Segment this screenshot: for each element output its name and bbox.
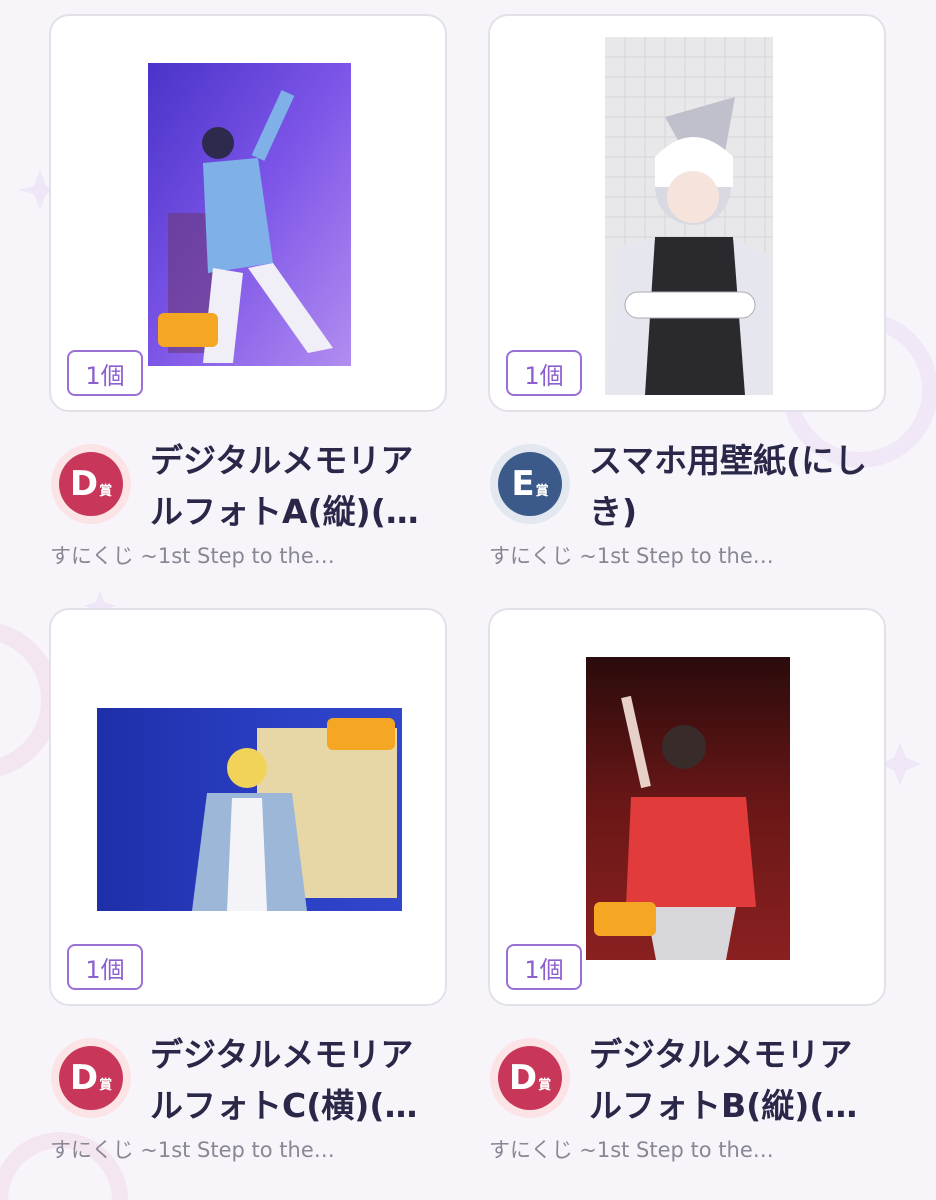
prize-letter: D: [508, 1058, 538, 1098]
item-thumbnail: [148, 63, 351, 366]
prize-card[interactable]: 1個: [49, 14, 447, 412]
item-title[interactable]: スマホ用壁紙(にしき): [589, 435, 879, 537]
item-lottery-name: すにくじ ~1st Step to the…: [489, 544, 774, 568]
item-thumbnail: [97, 708, 402, 911]
item-title[interactable]: デジタルメモリアルフォトB(縦)(…: [589, 1029, 879, 1131]
prize-grid: 1個 D 賞 デジタルメモリアルフォトA(縦)(… すにくじ ~1st Step…: [0, 0, 936, 1200]
prize-card[interactable]: 1個: [488, 14, 886, 412]
quantity-badge: 1個: [506, 350, 582, 396]
prize-letter: D: [69, 1058, 99, 1098]
item-thumbnail: [605, 37, 773, 395]
prize-rank-badge: D 賞: [51, 1038, 131, 1118]
item-lottery-name: すにくじ ~1st Step to the…: [489, 1138, 774, 1162]
prize-rank-badge: D 賞: [490, 1038, 570, 1118]
item-lottery-name: すにくじ ~1st Step to the…: [50, 544, 335, 568]
item-title[interactable]: デジタルメモリアルフォトA(縦)(…: [150, 435, 440, 537]
item-title[interactable]: デジタルメモリアルフォトC(横)(…: [150, 1029, 440, 1131]
prize-suffix: 賞: [99, 483, 113, 499]
item-lottery-name: すにくじ ~1st Step to the…: [50, 1138, 335, 1162]
quantity-badge: 1個: [506, 944, 582, 990]
prize-rank-badge: D 賞: [51, 444, 131, 524]
prize-suffix: 賞: [99, 1077, 113, 1093]
prize-letter: D: [69, 464, 99, 504]
prize-card[interactable]: 1個: [488, 608, 886, 1006]
item-thumbnail: [586, 657, 790, 960]
prize-suffix: 賞: [535, 483, 549, 499]
quantity-badge: 1個: [67, 944, 143, 990]
prize-rank-badge: E 賞: [490, 444, 570, 524]
prize-card[interactable]: 1個: [49, 608, 447, 1006]
prize-suffix: 賞: [538, 1077, 552, 1093]
quantity-badge: 1個: [67, 350, 143, 396]
prize-letter: E: [511, 464, 535, 504]
